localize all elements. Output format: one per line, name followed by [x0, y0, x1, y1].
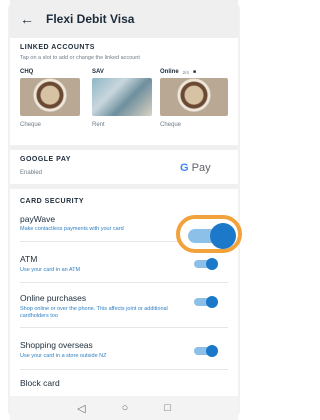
coffee-image — [160, 78, 228, 116]
section-divider — [10, 145, 238, 150]
section-divider — [10, 184, 238, 189]
slot-label: CHQ — [20, 69, 34, 75]
account-slot-sav[interactable]: SAV Rent — [92, 69, 152, 128]
paywave-toggle[interactable] — [176, 215, 242, 253]
money-image — [92, 78, 152, 116]
slot-account: Cheque — [20, 122, 42, 128]
atm-toggle[interactable] — [194, 258, 218, 270]
recent-square-icon[interactable]: □ — [164, 402, 171, 414]
slot-account: Cheque — [160, 122, 182, 128]
slot-label: Online — [160, 69, 179, 75]
google-g-icon: G — [180, 162, 189, 174]
toggle-knob — [206, 258, 218, 270]
paywave-desc: Make contactless payments with your card — [20, 226, 124, 232]
arrow-left-icon[interactable]: ← — [20, 11, 42, 27]
card-security-heading: CARD SECURITY — [20, 198, 85, 205]
linked-accounts-hint: Tap on a slot to add or change the linke… — [20, 55, 140, 61]
slot-label: SAV — [92, 69, 104, 75]
app-header: ← Flexi Debit Visa — [10, 0, 238, 38]
back-triangle-icon[interactable]: ◁ — [77, 402, 85, 415]
settings-content: LINKED ACCOUNTS Tap on a slot to add or … — [10, 38, 238, 390]
google-pay-logo[interactable]: G Pay — [180, 162, 211, 174]
atm-title: ATM — [20, 254, 38, 264]
online-purchases-desc: Shop online or over the phone. This affe… — [20, 306, 168, 319]
wifi-icon: ■ — [192, 69, 196, 75]
row-separator — [20, 369, 228, 370]
home-circle-icon[interactable]: ○ — [122, 402, 129, 414]
android-navbar: ◁ ○ □ — [10, 396, 238, 420]
linked-accounts-heading: LINKED ACCOUNTS — [20, 44, 95, 51]
page-title: Flexi Debit Visa — [46, 12, 135, 26]
paywave-title: payWave — [20, 214, 56, 224]
slot-label-row: Online 2/4 ■ — [160, 69, 228, 78]
account-slot-chq[interactable]: CHQ Cheque — [20, 69, 80, 128]
online-purchases-title: Online purchases — [20, 293, 87, 303]
block-card-title[interactable]: Block card — [20, 378, 60, 388]
phone-screen: ← Flexi Debit Visa LINKED ACCOUNTS Tap o… — [10, 0, 238, 420]
row-separator — [20, 327, 228, 328]
account-slot-online[interactable]: Online 2/4 ■ Cheque — [160, 69, 228, 128]
shopping-overseas-desc: Use your card in a store outside NZ — [20, 353, 107, 359]
shopping-overseas-toggle[interactable] — [194, 345, 218, 357]
google-pay-heading: GOOGLE PAY — [20, 156, 71, 163]
slot-badge: 2/4 — [182, 70, 189, 75]
pay-text: Pay — [191, 162, 211, 174]
atm-desc: Use your card in an ATM — [20, 267, 81, 273]
online-purchases-toggle[interactable] — [194, 296, 218, 308]
toggle-knob — [210, 223, 236, 249]
row-separator — [20, 282, 228, 283]
shopping-overseas-title: Shopping overseas — [20, 340, 93, 350]
google-pay-status: Enabled — [20, 170, 43, 176]
toggle-knob — [206, 296, 218, 308]
toggle-knob — [206, 345, 218, 357]
slot-account: Rent — [92, 122, 105, 128]
coffee-image — [20, 78, 80, 116]
